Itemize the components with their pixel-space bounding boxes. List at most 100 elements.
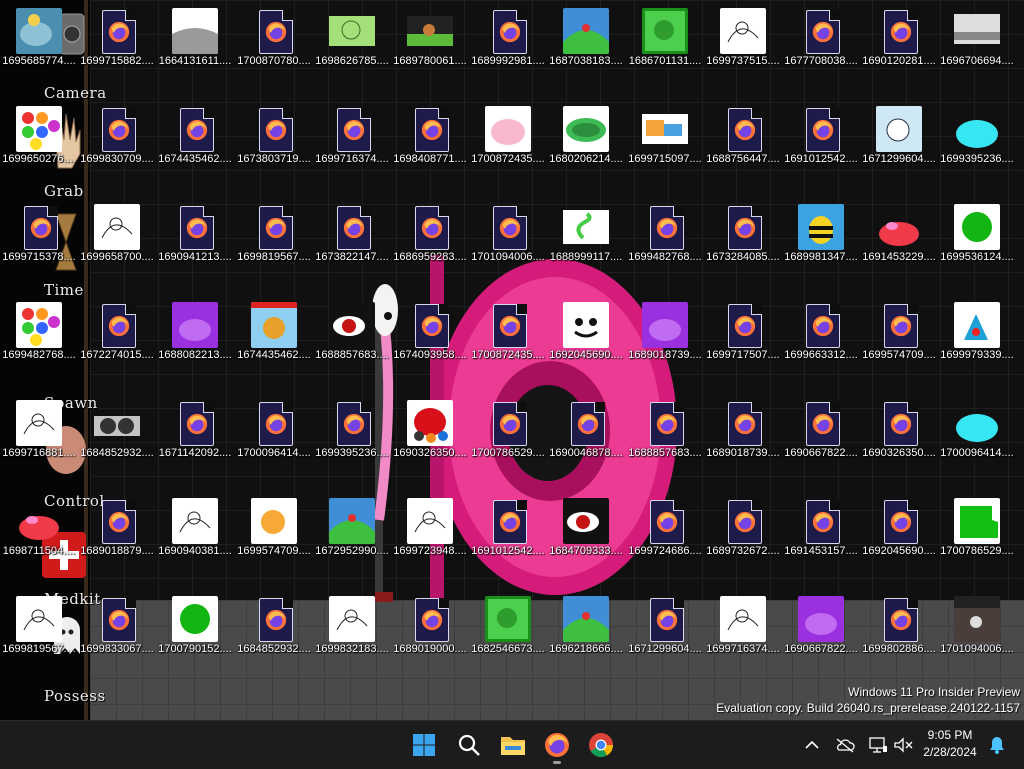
- desktop-file-icon[interactable]: 1689018739....: [626, 296, 704, 386]
- desktop-file-icon[interactable]: 1699715378....: [0, 198, 78, 288]
- desktop-file-icon[interactable]: 1699716374....: [704, 590, 782, 680]
- desktop-file-icon[interactable]: 1700872435....: [469, 296, 547, 386]
- desktop-file-icon[interactable]: 1691012542....: [469, 492, 547, 582]
- network-button[interactable]: [866, 733, 890, 757]
- desktop-file-icon[interactable]: 1699979339....: [938, 296, 1016, 386]
- desktop-file-icon[interactable]: 1700096414....: [235, 394, 313, 484]
- desktop-file-icon[interactable]: 1699832183....: [313, 590, 391, 680]
- desktop-file-icon[interactable]: 1686959283....: [391, 198, 469, 288]
- desktop-file-icon[interactable]: 1673822147....: [313, 198, 391, 288]
- desktop-file-icon[interactable]: 1699482768....: [626, 198, 704, 288]
- desktop-file-icon[interactable]: 1690326350....: [860, 394, 938, 484]
- desktop-file-icon[interactable]: 1686701131....: [626, 2, 704, 92]
- desktop-file-icon[interactable]: 1700790152....: [156, 590, 234, 680]
- desktop-file-icon[interactable]: 1699658700....: [78, 198, 156, 288]
- onedrive-button[interactable]: [833, 733, 857, 757]
- desktop-file-icon[interactable]: 1699663312....: [782, 296, 860, 386]
- desktop-file-icon[interactable]: 1700096414....: [938, 394, 1016, 484]
- desktop-file-icon[interactable]: 1700786529....: [938, 492, 1016, 582]
- desktop-file-icon[interactable]: 1671299604....: [626, 590, 704, 680]
- desktop-file-icon[interactable]: 1699723948....: [391, 492, 469, 582]
- notifications-button[interactable]: [985, 733, 1009, 757]
- desktop-file-icon[interactable]: 1688756447....: [704, 100, 782, 190]
- desktop-file-icon[interactable]: 1690326350....: [391, 394, 469, 484]
- desktop-file-icon[interactable]: 1699716881....: [0, 394, 78, 484]
- desktop-file-icon[interactable]: 1674093958....: [391, 296, 469, 386]
- desktop-file-icon[interactable]: 1691012542....: [782, 100, 860, 190]
- desktop-file-icon[interactable]: 1698711504....: [0, 492, 78, 582]
- desktop-file-icon[interactable]: 1689981347....: [782, 198, 860, 288]
- clock-button[interactable]: 9:05 PM 2/28/2024: [920, 727, 980, 761]
- desktop-file-icon[interactable]: 1699819567....: [0, 590, 78, 680]
- desktop-file-icon[interactable]: 1688999117....: [547, 198, 625, 288]
- desktop-file-icon[interactable]: 1692045690....: [547, 296, 625, 386]
- desktop-file-icon[interactable]: 1680206214....: [547, 100, 625, 190]
- desktop-file-icon[interactable]: 1699715097....: [626, 100, 704, 190]
- desktop-file-icon[interactable]: 1689019000....: [391, 590, 469, 680]
- desktop-file-icon[interactable]: 1672952990....: [313, 492, 391, 582]
- desktop-file-icon[interactable]: 1691453229....: [860, 198, 938, 288]
- desktop-file-icon[interactable]: 1699536124....: [938, 198, 1016, 288]
- desktop-file-icon[interactable]: 1689018879....: [78, 492, 156, 582]
- desktop-file-icon[interactable]: 1699802886....: [860, 590, 938, 680]
- desktop-file-icon[interactable]: 1689732672....: [704, 492, 782, 582]
- desktop-file-icon[interactable]: 1684852932....: [235, 590, 313, 680]
- desktop-file-icon[interactable]: 1701094006....: [469, 198, 547, 288]
- desktop-file-icon[interactable]: 1701094006....: [938, 590, 1016, 680]
- desktop-file-icon[interactable]: 1682546673....: [469, 590, 547, 680]
- desktop-file-icon[interactable]: 1699833067....: [78, 590, 156, 680]
- desktop-file-icon[interactable]: 1699724686....: [626, 492, 704, 582]
- desktop-file-icon[interactable]: 1688857683....: [313, 296, 391, 386]
- desktop-file-icon[interactable]: 1692045690....: [860, 492, 938, 582]
- desktop-file-icon[interactable]: 1684852932....: [78, 394, 156, 484]
- desktop-file-icon[interactable]: 1688082213....: [156, 296, 234, 386]
- desktop-file-icon[interactable]: 1699574709....: [235, 492, 313, 582]
- desktop-file-icon[interactable]: 1673803719....: [235, 100, 313, 190]
- desktop-file-icon[interactable]: 1699395236....: [313, 394, 391, 484]
- desktop-file-icon[interactable]: 1690120281....: [860, 2, 938, 92]
- desktop-file-icon[interactable]: 1689992981....: [469, 2, 547, 92]
- desktop-file-icon[interactable]: 1700870780....: [235, 2, 313, 92]
- desktop-file-icon[interactable]: 1688857683....: [626, 394, 704, 484]
- show-hidden-icons-button[interactable]: [800, 733, 824, 757]
- desktop-file-icon[interactable]: 1699482768....: [0, 296, 78, 386]
- desktop-file-icon[interactable]: 1696706694....: [938, 2, 1016, 92]
- desktop-file-icon[interactable]: 1699819567....: [235, 198, 313, 288]
- desktop-file-icon[interactable]: 1689018739....: [704, 394, 782, 484]
- desktop-file-icon[interactable]: 1691453157....: [782, 492, 860, 582]
- desktop-file-icon[interactable]: 1671299604....: [860, 100, 938, 190]
- start-button[interactable]: [404, 725, 444, 765]
- chrome-button[interactable]: [581, 725, 621, 765]
- desktop-file-icon[interactable]: 1690667822....: [782, 394, 860, 484]
- desktop-file-icon[interactable]: 1700872435....: [469, 100, 547, 190]
- desktop-file-icon[interactable]: 1698408771....: [391, 100, 469, 190]
- desktop-file-icon[interactable]: 1699737515....: [704, 2, 782, 92]
- desktop-file-icon[interactable]: 1674435462....: [235, 296, 313, 386]
- desktop-file-icon[interactable]: 1674435462....: [156, 100, 234, 190]
- desktop-file-icon[interactable]: 1690667822....: [782, 590, 860, 680]
- desktop-file-icon[interactable]: 1699574709....: [860, 296, 938, 386]
- desktop-file-icon[interactable]: 1699395236....: [938, 100, 1016, 190]
- desktop-file-icon[interactable]: 1672274015....: [78, 296, 156, 386]
- desktop-file-icon[interactable]: 1699715882....: [78, 2, 156, 92]
- desktop-file-icon[interactable]: 1664131611....: [156, 2, 234, 92]
- volume-button[interactable]: [891, 733, 915, 757]
- desktop-file-icon[interactable]: 1699717507....: [704, 296, 782, 386]
- desktop-file-icon[interactable]: 1673284085....: [704, 198, 782, 288]
- desktop-file-icon[interactable]: 1696218666....: [547, 590, 625, 680]
- desktop-file-icon[interactable]: 1690940381....: [156, 492, 234, 582]
- desktop-file-icon[interactable]: 1687038183....: [547, 2, 625, 92]
- desktop-file-icon[interactable]: 1700786529....: [469, 394, 547, 484]
- desktop-file-icon[interactable]: 1684709333....: [547, 492, 625, 582]
- desktop-file-icon[interactable]: 1689780061....: [391, 2, 469, 92]
- desktop-file-icon[interactable]: 1699716374....: [313, 100, 391, 190]
- firefox-button[interactable]: [537, 725, 577, 765]
- desktop-file-icon[interactable]: 1690941213....: [156, 198, 234, 288]
- desktop-file-icon[interactable]: 1690046878....: [547, 394, 625, 484]
- desktop-file-icon[interactable]: 1698626785....: [313, 2, 391, 92]
- desktop-file-icon[interactable]: 1677708038....: [782, 2, 860, 92]
- desktop-file-icon[interactable]: 1699650276....: [0, 100, 78, 190]
- desktop-file-icon[interactable]: 1671142092....: [156, 394, 234, 484]
- desktop-file-icon[interactable]: 1699830709....: [78, 100, 156, 190]
- file-explorer-button[interactable]: [493, 725, 533, 765]
